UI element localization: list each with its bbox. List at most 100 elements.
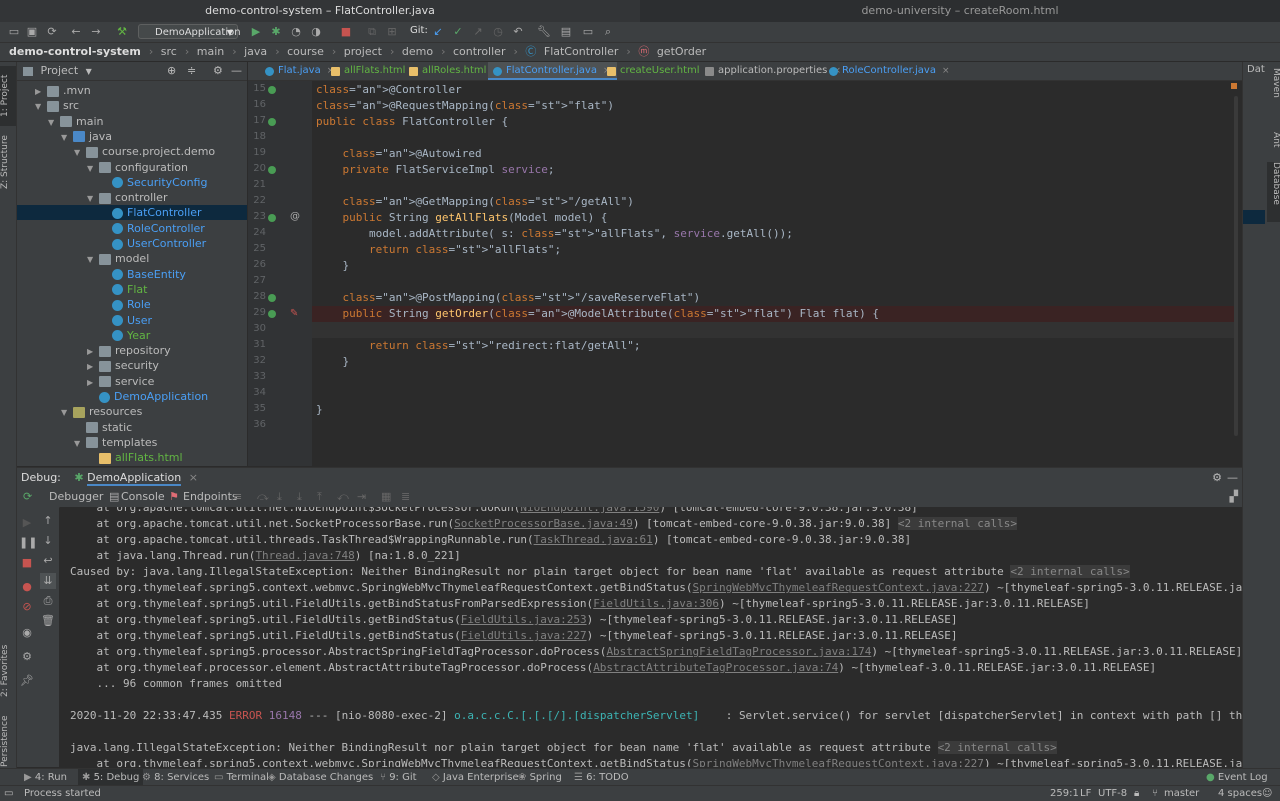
breadcrumb-method[interactable]: getOrder [657,45,706,58]
breadcrumb-demo[interactable]: demo [402,45,433,58]
view-breakpoints-icon[interactable]: ● [19,579,35,595]
down-arrow-icon[interactable]: ↓ [40,533,56,549]
debug-session-tab[interactable]: DemoApplication [87,471,182,486]
line-separator[interactable]: LF [1080,786,1091,801]
tab-endpoints[interactable]: Endpoints [183,487,238,507]
bean-icon[interactable] [268,86,276,94]
tab-debugger[interactable]: Debugger [49,487,103,507]
tool-window-spring[interactable]: ❀ Spring [518,769,562,786]
sync-icon[interactable]: ⟳ [44,24,60,40]
tool-tab-persistence[interactable]: Persistence [0,714,16,768]
breadcrumb-project-pkg[interactable]: project [344,45,382,58]
bean-icon[interactable] [268,294,276,302]
tree-item[interactable]: BaseEntity [17,267,247,282]
pause-icon[interactable]: ❚❚ [19,535,37,551]
tree-item[interactable]: DemoApplication [17,389,247,404]
tree-item[interactable]: ▼ src [17,98,247,113]
force-step-into-icon[interactable]: ⤓ [297,487,302,507]
tree-item[interactable]: User [17,313,247,328]
tree-item[interactable]: Role [17,297,247,312]
tree-item[interactable]: ▶ repository [17,343,247,358]
code-line[interactable]: public String getOrder(class="an">@Model… [312,306,1234,322]
breadcrumb-course[interactable]: course [287,45,324,58]
scroll-to-end-icon[interactable]: ⇊ [40,573,56,589]
bean-icon[interactable] [268,118,276,126]
tree-item[interactable]: ▼ templates [17,435,247,450]
tool-window-8-services[interactable]: ⚙ 8: Services [142,769,209,786]
console-output[interactable]: at org.apache.tomcat.util.net.NioEndpoin… [60,507,1242,767]
chevron-down-icon[interactable]: ▼ [86,67,92,76]
status-icon[interactable]: ▭ [4,786,13,801]
close-icon[interactable]: × [189,471,198,484]
indent-setting[interactable]: 4 spaces [1218,786,1262,801]
chevron-down-icon[interactable]: ▼ [87,161,99,176]
layout-icon[interactable]: ▞ [1230,487,1238,507]
pin-icon[interactable]: 📌︎ [19,673,35,689]
open-folder-icon[interactable]: ▭ [6,24,22,40]
tree-item[interactable]: ▼ resources [17,404,247,419]
run-to-cursor-icon[interactable]: ⇥ [357,487,366,507]
tool-tab-structure[interactable]: Z: Structure [0,130,16,194]
drop-frame-icon[interactable]: ⤺ [337,487,349,507]
trace-icon[interactable]: ≣ [401,487,410,507]
chevron-right-icon[interactable]: ▶ [87,359,99,374]
tree-item[interactable]: Flat [17,282,247,297]
stop-icon[interactable]: ■ [338,24,354,40]
settings-icon[interactable]: ⚙ [19,649,35,665]
tree-item[interactable]: ▶ security [17,358,247,373]
chevron-down-icon[interactable]: ▼ [48,115,60,130]
breadcrumb-project[interactable]: demo-control-system [9,45,141,58]
tree-item[interactable]: ▼ java [17,129,247,144]
window-icon[interactable]: ▭ [580,24,596,40]
tree-item[interactable]: static [17,420,247,435]
tree-item[interactable]: ▼ course.project.demo [17,144,247,159]
code-line[interactable]: class="an">@Controller [316,82,462,98]
run-configuration-select[interactable]: DemoApplication ▼ [138,24,241,39]
minimize-icon[interactable]: — [1227,468,1238,487]
save-icon[interactable]: ▣ [24,24,40,40]
editor-scrollbar[interactable] [1234,96,1238,436]
git-push-icon[interactable]: ↗ [470,24,486,40]
git-update-icon[interactable]: ↙ [430,24,446,40]
tree-item[interactable]: Year [17,328,247,343]
tree-item[interactable]: ▼ main [17,114,247,129]
tool-window-6-todo[interactable]: ☰ 6: TODO [574,769,629,786]
chevron-right-icon[interactable]: ▶ [87,375,99,390]
breadcrumb-java[interactable]: java [244,45,267,58]
search-icon[interactable]: ⌕ [600,24,616,40]
layout-icon[interactable]: ⊞ [384,24,400,40]
stop-icon[interactable]: ■ [19,555,35,571]
minimize-icon[interactable]: — [231,62,242,80]
bean-icon[interactable] [268,310,276,318]
code-line[interactable]: public class FlatController { [316,114,508,130]
step-out-icon[interactable]: ⤒ [317,487,322,507]
project-structure-icon[interactable]: ▤ [558,24,574,40]
chevron-down-icon[interactable]: ▼ [61,405,73,420]
debug-icon[interactable]: ✱ [268,24,284,40]
breadcrumb-controller[interactable]: controller [453,45,505,58]
code-line[interactable]: class="an">@PostMapping(class="st">"/sav… [316,290,701,306]
tool-tab-maven[interactable]: Maven [1267,68,1280,128]
tool-window-9-git[interactable]: ⑂ 9: Git [380,769,417,786]
trash-icon[interactable]: 🗑︎ [40,613,56,629]
tab-console[interactable]: Console [121,487,165,507]
attach-icon[interactable]: ⧉ [364,24,380,40]
breadcrumb-main[interactable]: main [197,45,224,58]
code-line[interactable]: } [316,258,349,274]
code-line[interactable]: class="an">@Autowired [316,146,482,162]
tool-window-terminal[interactable]: ▭ Terminal [214,769,269,786]
tree-item[interactable]: ▼ configuration [17,160,247,175]
gear-icon[interactable]: ⚙ [1212,468,1222,487]
step-over-icon[interactable]: ⤼ [257,487,269,507]
tool-window-4-run[interactable]: ▶ 4: Run [24,769,67,786]
tool-tab-favorites[interactable]: 2: Favorites [0,640,16,702]
chevron-down-icon[interactable]: ▼ [74,436,86,451]
coverage-icon[interactable]: ◔ [288,24,304,40]
tool-tab-project[interactable]: 1: Project [0,66,16,126]
code-line[interactable] [312,322,1234,338]
print-icon[interactable]: ⎙ [40,593,56,609]
rollback-icon[interactable]: ↶ [510,24,526,40]
build-hammer-icon[interactable]: ⚒ [114,24,130,40]
event-log-button[interactable]: ● Event Log [1206,769,1268,786]
code-line[interactable]: class="an">@GetMapping(class="st">"/getA… [316,194,634,210]
